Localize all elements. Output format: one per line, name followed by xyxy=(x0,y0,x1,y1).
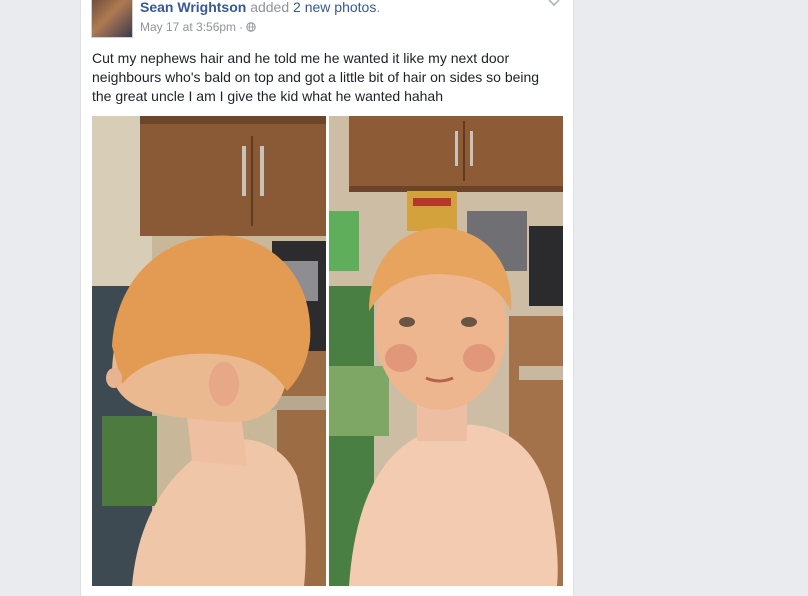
author-avatar[interactable] xyxy=(91,0,133,38)
photo-grid xyxy=(92,116,563,586)
meta-separator: · xyxy=(239,20,244,34)
post-header: Sean Wrightson added 2 new photos. xyxy=(140,0,380,15)
post-action-text: added xyxy=(250,0,290,15)
photos-link[interactable]: 2 new photos xyxy=(293,0,376,15)
post-photo-front-view[interactable] xyxy=(329,116,563,586)
post-meta: May 17 at 3:56pm · xyxy=(140,20,256,34)
feed-post-card: Sean Wrightson added 2 new photos. May 1… xyxy=(80,0,574,596)
post-timestamp[interactable]: May 17 at 3:56pm xyxy=(140,20,236,34)
chevron-down-icon[interactable] xyxy=(547,0,561,10)
author-name-link[interactable]: Sean Wrightson xyxy=(140,0,246,15)
header-period: . xyxy=(376,0,381,15)
post-photo-side-view[interactable] xyxy=(92,116,326,586)
post-text: Cut my nephews hair and he told me he wa… xyxy=(92,50,540,104)
right-column-empty xyxy=(572,0,808,596)
globe-icon[interactable] xyxy=(246,22,256,32)
